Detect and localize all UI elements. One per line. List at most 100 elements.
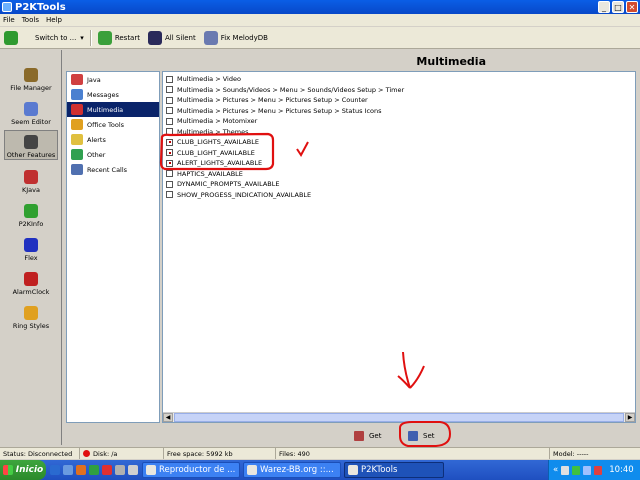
- option-label: SHOW_PROGESS_INDICATION_AVAILABLE: [177, 190, 312, 199]
- feature-item-other[interactable]: Other: [67, 147, 159, 162]
- envelope-icon: [71, 89, 83, 100]
- option-row[interactable]: Multimedia > Pictures > Menu > Pictures …: [163, 106, 635, 117]
- tray-icon[interactable]: [572, 465, 581, 475]
- option-checkbox[interactable]: [166, 170, 173, 178]
- taskbar: Inicio Reproductor de ... Warez-BB.org :…: [0, 460, 640, 480]
- option-label: CLUB_LIGHT_AVAILABLE: [177, 148, 255, 157]
- scroll-left-icon[interactable]: ◀: [163, 413, 173, 422]
- tray-icon[interactable]: [583, 465, 592, 475]
- option-checkbox[interactable]: [166, 75, 173, 83]
- switch-dropdown-icon[interactable]: ▾: [80, 34, 84, 42]
- sidebar-item-label: Other Features: [6, 151, 56, 159]
- get-button[interactable]: Get: [354, 428, 381, 443]
- option-row[interactable]: CLUB_LIGHTS_AVAILABLE: [163, 137, 635, 148]
- option-row[interactable]: SHOW_PROGESS_INDICATION_AVAILABLE: [163, 190, 635, 201]
- firefox-icon[interactable]: [76, 465, 86, 475]
- maximize-button[interactable]: □: [612, 1, 624, 13]
- kjava-icon: [24, 170, 38, 184]
- scroll-right-icon[interactable]: ▶: [625, 413, 635, 422]
- media-icon[interactable]: [89, 465, 99, 475]
- menu-tools[interactable]: Tools: [22, 16, 39, 24]
- option-checkbox[interactable]: [166, 191, 173, 199]
- tray-icon[interactable]: [594, 465, 603, 475]
- option-row[interactable]: HAPTICS_AVAILABLE: [163, 169, 635, 180]
- option-checkbox[interactable]: [166, 149, 173, 157]
- option-row[interactable]: ALERT_LIGHTS_AVAILABLE: [163, 158, 635, 169]
- set-button[interactable]: Set: [408, 428, 435, 443]
- feature-item-recent-calls[interactable]: Recent Calls: [67, 162, 159, 177]
- option-label: Multimedia > Sounds/Videos > Menu > Soun…: [177, 85, 405, 94]
- status-free-space: Free space: 5992 kb: [164, 448, 276, 459]
- panel-title: Multimedia: [162, 52, 636, 70]
- fix-melody-button[interactable]: Fix MelodyDB: [203, 30, 268, 45]
- tray-expand-icon[interactable]: «: [553, 465, 558, 475]
- feature-item-java[interactable]: Java: [67, 72, 159, 87]
- restart-icon: [97, 30, 112, 45]
- sidebar-item-seem-editor[interactable]: Seem Editor: [4, 96, 58, 126]
- task-button-active[interactable]: P2KTools: [344, 462, 444, 478]
- ie-icon[interactable]: [50, 465, 60, 475]
- option-checkbox[interactable]: [166, 128, 173, 136]
- switch-label: Switch to ...: [35, 33, 77, 42]
- option-checkbox[interactable]: [166, 138, 173, 146]
- desktop-icon[interactable]: [63, 465, 73, 475]
- menu-help[interactable]: Help: [46, 16, 62, 24]
- option-row[interactable]: Multimedia > Pictures > Menu > Pictures …: [163, 95, 635, 106]
- minimize-button[interactable]: _: [598, 1, 610, 13]
- lens-icon[interactable]: [128, 465, 138, 475]
- toolbar: Switch to ... ▾ Restart All Silent Fix M…: [0, 27, 640, 49]
- option-checkbox[interactable]: [166, 96, 173, 104]
- sidebar-item-ring-styles[interactable]: Ring Styles: [4, 300, 58, 330]
- menu-file[interactable]: File: [3, 16, 15, 24]
- chat-icon[interactable]: [115, 465, 125, 475]
- sidebar-item-label: Ring Styles: [12, 322, 50, 330]
- scrollbar-thumb[interactable]: [174, 413, 624, 422]
- feature-list: Java Messages Multimedia Office Tools Al…: [66, 71, 160, 423]
- sidebar-item-kjava[interactable]: KJava: [4, 164, 58, 194]
- switch-to-button[interactable]: Switch to ...: [4, 30, 77, 45]
- option-label: DYNAMIC_PROMPTS_AVAILABLE: [177, 180, 280, 189]
- option-row[interactable]: Multimedia > Themes: [163, 127, 635, 138]
- feature-item-multimedia[interactable]: Multimedia: [67, 102, 159, 117]
- task-icon: [247, 465, 257, 475]
- tray-icon[interactable]: [561, 465, 570, 475]
- option-row[interactable]: CLUB_LIGHT_AVAILABLE: [163, 148, 635, 159]
- sidebar-item-alarmclock[interactable]: AlarmClock: [4, 266, 58, 296]
- restart-button[interactable]: Restart: [97, 30, 140, 45]
- office-tools-icon: [71, 119, 83, 130]
- multimedia-icon: [71, 104, 83, 115]
- feature-item-messages[interactable]: Messages: [67, 87, 159, 102]
- all-silent-label: All Silent: [164, 33, 196, 42]
- feature-item-office-tools[interactable]: Office Tools: [67, 117, 159, 132]
- sidebar-item-label: Flex: [24, 254, 38, 262]
- all-silent-button[interactable]: All Silent: [147, 30, 196, 45]
- task-label: Warez-BB.org ::...: [260, 465, 334, 475]
- option-row[interactable]: DYNAMIC_PROMPTS_AVAILABLE: [163, 179, 635, 190]
- option-checkbox[interactable]: [166, 180, 173, 188]
- horizontal-scrollbar[interactable]: ◀ ▶: [163, 412, 635, 422]
- option-row[interactable]: Multimedia > Motomixer: [163, 116, 635, 127]
- status-model-text: Model: -----: [553, 449, 589, 458]
- sidebar-item-flex[interactable]: Flex: [4, 232, 58, 262]
- sidebar-item-other-features[interactable]: Other Features: [4, 130, 58, 160]
- option-checkbox[interactable]: [166, 117, 173, 125]
- messenger-icon[interactable]: [102, 465, 112, 475]
- feature-label: Multimedia: [87, 105, 124, 114]
- option-row[interactable]: Multimedia > Video: [163, 74, 635, 85]
- sidebar-item-file-manager[interactable]: File Manager: [4, 62, 58, 92]
- option-row[interactable]: Multimedia > Sounds/Videos > Menu > Soun…: [163, 85, 635, 96]
- sidebar-item-label: File Manager: [10, 84, 52, 92]
- status-bar: Status: Disconnected Disk: /a Free space…: [0, 447, 640, 459]
- start-button[interactable]: Inicio: [0, 460, 46, 480]
- option-checkbox[interactable]: [166, 86, 173, 94]
- feature-label: Java: [87, 75, 101, 84]
- feature-item-alerts[interactable]: Alerts: [67, 132, 159, 147]
- task-button[interactable]: Warez-BB.org ::...: [243, 462, 341, 478]
- sidebar-item-p2kinfo[interactable]: P2KInfo: [4, 198, 58, 228]
- option-checkbox[interactable]: [166, 159, 173, 167]
- restart-label: Restart: [114, 33, 140, 42]
- task-button[interactable]: Reproductor de ...: [142, 462, 240, 478]
- close-button[interactable]: ✕: [626, 1, 638, 13]
- option-checkbox[interactable]: [166, 107, 173, 115]
- status-free-space-text: Free space: 5992 kb: [167, 449, 233, 458]
